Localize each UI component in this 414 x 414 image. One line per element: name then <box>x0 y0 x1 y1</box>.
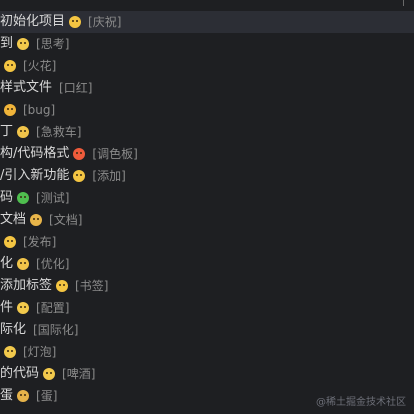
item-hint: [思考] <box>36 37 70 51</box>
item-hint: [国际化] <box>33 323 79 337</box>
item-label: 丁 <box>0 124 14 139</box>
smirk-face-icon <box>43 368 56 380</box>
list-item[interactable]: 到 [思考] <box>0 33 414 55</box>
item-hint: [优化] <box>36 257 70 271</box>
item-label: 添加标签 <box>0 278 53 293</box>
neutral-face-icon <box>4 346 16 358</box>
item-hint: [添加] <box>92 169 126 183</box>
list-item[interactable]: 文档 [文档] <box>0 209 414 231</box>
list-item[interactable]: 化 [优化] <box>0 253 414 275</box>
item-hint: [测试] <box>36 191 70 205</box>
glasses-face-icon <box>17 390 30 402</box>
item-label: 蛋 <box>0 388 14 403</box>
item-hint: [bug] <box>23 103 56 117</box>
list-item[interactable]: [发布] <box>0 231 414 253</box>
item-label: 化 <box>0 256 14 271</box>
item-label: 码 <box>0 190 14 205</box>
item-hint: [蛋] <box>36 389 58 403</box>
thinking-face-icon <box>17 38 30 50</box>
list-item[interactable]: 际化 [国际化] <box>0 319 414 341</box>
nerd-face-icon <box>30 214 43 226</box>
list-item[interactable]: 添加标签 [书签] <box>0 275 414 297</box>
party-face-icon <box>69 16 82 28</box>
item-label: /引入新功能 <box>0 168 70 183</box>
yum-face-icon <box>73 170 86 182</box>
item-label: 初始化项目 <box>0 14 66 29</box>
item-label: 样式文件 <box>0 80 53 95</box>
item-label: 到 <box>0 36 14 51</box>
ambulance-face-icon <box>17 126 30 138</box>
item-hint: [书签] <box>75 279 109 293</box>
item-hint: [急救车] <box>36 125 82 139</box>
list-item[interactable]: [火花] <box>0 55 414 77</box>
item-label: 文档 <box>0 212 27 227</box>
star-eyes-face-icon <box>73 148 86 160</box>
bug-face-icon <box>4 104 16 116</box>
list-item[interactable]: 初始化项目 [庆祝] <box>0 11 414 33</box>
item-hint: [发布] <box>23 235 57 249</box>
list-item[interactable]: /引入新功能 [添加] <box>0 165 414 187</box>
item-hint: [啤酒] <box>62 367 96 381</box>
item-hint: [配置] <box>36 301 70 315</box>
list-item[interactable]: 件 [配置] <box>0 297 414 319</box>
item-hint: [调色板] <box>92 147 138 161</box>
suggestion-list: 初始化项目 [庆祝] 到 [思考] [火花] 样式文件 [口红] [bug] 丁… <box>0 11 414 407</box>
item-hint: [口红] <box>59 81 93 95</box>
grin-face-icon <box>4 236 16 248</box>
item-hint: [灯泡] <box>23 345 57 359</box>
watermark: @稀土掘金技术社区 <box>316 397 406 408</box>
sparkle-face-icon <box>4 60 16 72</box>
green-face-icon <box>17 192 30 204</box>
list-item[interactable]: [bug] <box>0 99 414 121</box>
item-label: 件 <box>0 300 14 315</box>
rolling-eyes-face-icon <box>17 302 30 314</box>
list-item[interactable]: 丁 [急救车] <box>0 121 414 143</box>
item-hint: [文档] <box>49 213 83 227</box>
wink-tongue-face-icon <box>17 258 30 270</box>
happy-face-icon <box>56 280 69 292</box>
item-hint: [庆祝] <box>88 15 122 29</box>
item-label: 构/代码格式 <box>0 146 70 161</box>
item-hint: [火花] <box>23 59 57 73</box>
list-item[interactable]: [灯泡] <box>0 341 414 363</box>
list-item[interactable]: 构/代码格式 [调色板] <box>0 143 414 165</box>
top-edge <box>0 0 414 9</box>
list-item[interactable]: 样式文件 [口红] <box>0 77 414 99</box>
item-label: 际化 <box>0 322 27 337</box>
scroll-tick <box>403 0 404 6</box>
item-label: 的代码 <box>0 366 40 381</box>
list-item[interactable]: 码 [测试] <box>0 187 414 209</box>
list-item[interactable]: 的代码 [啤酒] <box>0 363 414 385</box>
